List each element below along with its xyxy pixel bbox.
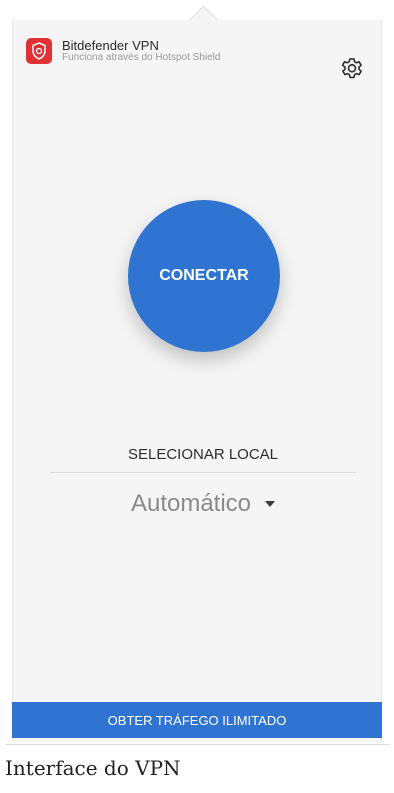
app-header: Bitdefender VPN Funciona através do Hots… [26, 36, 366, 76]
caret-down-icon [265, 501, 276, 507]
figure-caption: Interface do VPN [5, 756, 181, 780]
upgrade-button[interactable]: OBTER TRÁFEGO ILIMITADO [12, 702, 382, 738]
select-location-label: SELECIONAR LOCAL [127, 446, 279, 463]
settings-button[interactable] [338, 56, 366, 84]
bitdefender-shield-icon [26, 38, 52, 64]
caption-divider [5, 744, 389, 745]
gear-icon [341, 58, 362, 79]
connect-button[interactable]: CONECTAR [128, 200, 280, 352]
divider [50, 472, 356, 473]
vpn-window [12, 20, 382, 742]
location-value: Automático [130, 490, 252, 517]
app-subtitle: Funciona através do Hotspot Shield [62, 52, 221, 63]
app-title: Bitdefender VPN [62, 38, 159, 53]
location-dropdown[interactable]: Automático [50, 486, 356, 522]
